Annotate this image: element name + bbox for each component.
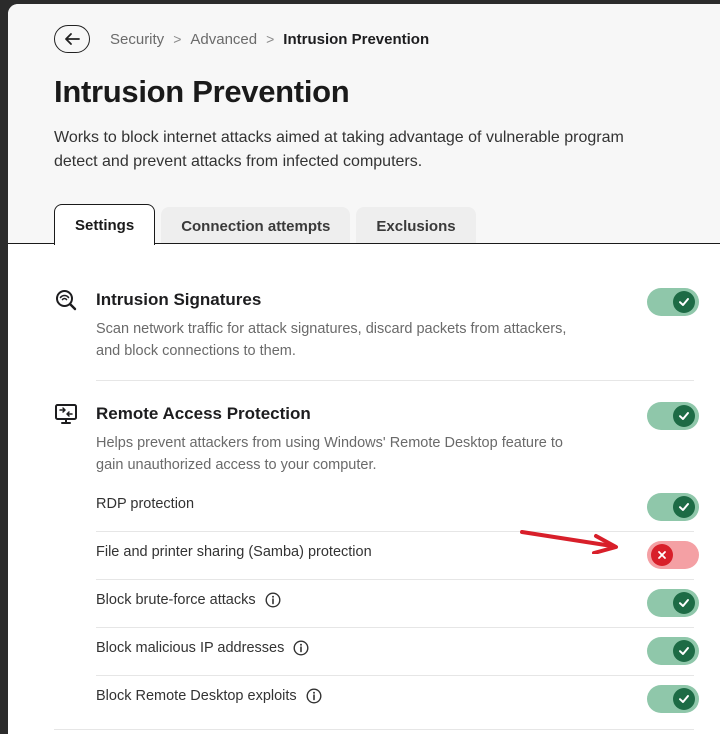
checkmark-icon (679, 695, 689, 703)
samba-protection-toggle[interactable] (647, 541, 699, 569)
info-icon[interactable] (293, 640, 309, 656)
annotation-arrow-icon (520, 530, 618, 554)
toggle-knob (673, 640, 695, 662)
info-icon[interactable] (306, 688, 322, 704)
section-description-line: Helps prevent attackers from using Windo… (96, 435, 563, 451)
breadcrumb-current: Intrusion Prevention (283, 30, 430, 48)
checkmark-icon (679, 298, 689, 306)
setting-label: File and printer sharing (Samba) protect… (96, 544, 372, 560)
close-icon (658, 551, 666, 559)
list-item-rdp-exploits: Block Remote Desktop exploits (96, 675, 699, 723)
breadcrumb: Security > Advanced > Intrusion Preventi… (54, 24, 429, 54)
malicious-ip-toggle[interactable] (647, 637, 699, 665)
remote-access-section: Remote Access Protection Helps prevent a… (54, 398, 699, 488)
settings-panel: Intrusion Signatures Scan network traffi… (8, 243, 720, 734)
section-title: Remote Access Protection (96, 404, 311, 423)
tab-connection-attempts[interactable]: Connection attempts (161, 207, 351, 245)
remote-access-toggle[interactable] (647, 402, 699, 430)
page-title: Intrusion Prevention (54, 74, 350, 109)
toggle-knob (651, 544, 673, 566)
info-icon[interactable] (265, 592, 281, 608)
section-description-line: and block connections to them. (96, 343, 296, 359)
signature-scan-icon (56, 290, 77, 311)
back-button[interactable] (54, 25, 90, 53)
section-divider (96, 380, 694, 381)
checkmark-icon (679, 503, 689, 511)
setting-label-text: Block Remote Desktop exploits (96, 688, 297, 704)
setting-label: Block Remote Desktop exploits (96, 688, 322, 704)
section-title: Intrusion Signatures (96, 290, 262, 309)
list-item-malicious-ip: Block malicious IP addresses (96, 627, 699, 675)
checkmark-icon (679, 647, 689, 655)
breadcrumb-separator: > (266, 31, 275, 47)
page-header: Security > Advanced > Intrusion Preventi… (8, 4, 720, 245)
arrow-left-icon (65, 33, 80, 45)
setting-label-text: Block brute-force attacks (96, 592, 256, 608)
breadcrumb-security[interactable]: Security (110, 31, 164, 48)
row-divider (54, 729, 694, 730)
setting-label-text: Block malicious IP addresses (96, 640, 285, 656)
section-description-line: Scan network traffic for attack signatur… (96, 321, 567, 337)
section-description-line: gain unauthorized access to your compute… (96, 457, 377, 473)
brute-force-toggle[interactable] (647, 589, 699, 617)
setting-label: Block malicious IP addresses (96, 640, 309, 656)
tab-settings[interactable]: Settings (54, 204, 156, 245)
toggle-knob (673, 291, 695, 313)
section-description: Scan network traffic for attack signatur… (96, 318, 656, 362)
app-window: Security > Advanced > Intrusion Preventi… (8, 4, 720, 734)
toggle-knob (673, 496, 695, 518)
intrusion-signatures-section: Intrusion Signatures Scan network traffi… (54, 284, 699, 374)
remote-desktop-icon (55, 404, 77, 424)
rdp-protection-toggle[interactable] (647, 493, 699, 521)
section-description: Helps prevent attackers from using Windo… (96, 432, 656, 476)
rdp-exploits-toggle[interactable] (647, 685, 699, 713)
toggle-knob (673, 592, 695, 614)
setting-label: Block brute-force attacks (96, 592, 281, 608)
tab-exclusions[interactable]: Exclusions (356, 207, 476, 245)
checkmark-icon (679, 599, 689, 607)
intrusion-signatures-toggle[interactable] (647, 288, 699, 316)
toggle-knob (673, 405, 695, 427)
breadcrumb-separator: > (173, 31, 182, 47)
list-item-brute-force: Block brute-force attacks (96, 579, 699, 627)
checkmark-icon (679, 412, 689, 420)
breadcrumb-advanced[interactable]: Advanced (190, 31, 257, 48)
setting-label: RDP protection (96, 496, 195, 512)
tab-bar: Settings Connection attempts Exclusions (54, 204, 482, 245)
toggle-knob (673, 688, 695, 710)
page-description: Works to block internet attacks aimed at… (54, 126, 720, 174)
page-description-line: Works to block internet attacks aimed at… (54, 129, 624, 146)
page-description-line: detect and prevent attacks from infected… (54, 153, 423, 170)
